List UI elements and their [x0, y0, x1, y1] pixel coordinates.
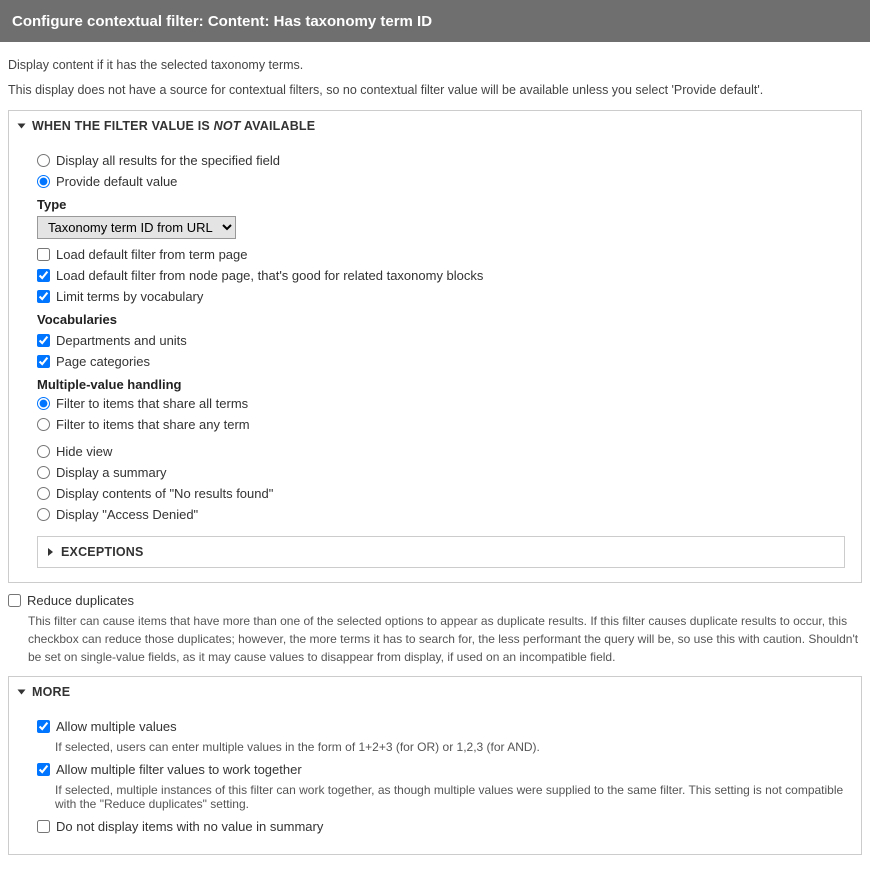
exceptions-legend-text: Exceptions [61, 545, 144, 559]
radio-display-access-denied[interactable]: Display "Access Denied" [37, 507, 845, 522]
fieldset-not-available: When the filter value is not available D… [8, 110, 862, 583]
legend-prefix: When the filter value is [32, 119, 214, 133]
radio-display-no-results[interactable]: Display contents of "No results found" [37, 486, 845, 501]
type-select-wrap: Taxonomy term ID from URL [37, 216, 845, 239]
radio-hide-view-label[interactable]: Hide view [56, 444, 112, 459]
radio-provide-default-label[interactable]: Provide default value [56, 174, 177, 189]
vocab-label: Vocabularies [37, 312, 845, 327]
radio-any-term-label[interactable]: Filter to items that share any term [56, 417, 250, 432]
checkbox-vocab-dept-label[interactable]: Departments and units [56, 333, 187, 348]
checkbox-allow-multi-label[interactable]: Allow multiple values [56, 719, 177, 734]
type-label: Type [37, 197, 845, 212]
type-select[interactable]: Taxonomy term ID from URL [37, 216, 236, 239]
legend-suffix: available [241, 119, 316, 133]
checkbox-limit-vocab[interactable]: Limit terms by vocabulary [37, 289, 845, 304]
dialog-header: Configure contextual filter: Content: Ha… [0, 0, 870, 42]
intro-text-1: Display content if it has the selected t… [8, 56, 862, 75]
radio-display-all-label[interactable]: Display all results for the specified fi… [56, 153, 280, 168]
radio-display-all[interactable]: Display all results for the specified fi… [37, 153, 845, 168]
checkbox-limit-vocab-input[interactable] [37, 290, 50, 303]
checkbox-allow-multi[interactable]: Allow multiple values [37, 719, 845, 734]
radio-all-terms[interactable]: Filter to items that share all terms [37, 396, 845, 411]
allow-multi-desc: If selected, users can enter multiple va… [55, 740, 845, 754]
radio-any-term[interactable]: Filter to items that share any term [37, 417, 845, 432]
checkbox-allow-together-input[interactable] [37, 763, 50, 776]
checkbox-load-from-node[interactable]: Load default filter from node page, that… [37, 268, 845, 283]
chevron-down-icon [18, 123, 26, 128]
radio-display-access-denied-input[interactable] [37, 508, 50, 521]
checkbox-no-value[interactable]: Do not display items with no value in su… [37, 819, 845, 834]
checkbox-allow-together-label[interactable]: Allow multiple filter values to work tog… [56, 762, 302, 777]
checkbox-vocab-dept[interactable]: Departments and units [37, 333, 845, 348]
fieldset-not-available-legend[interactable]: When the filter value is not available [9, 111, 861, 141]
legend-em: not [214, 119, 241, 133]
multi-label: Multiple-value handling [37, 377, 845, 392]
radio-display-summary[interactable]: Display a summary [37, 465, 845, 480]
reduce-duplicates-desc: This filter can cause items that have mo… [28, 612, 862, 666]
fieldset-not-available-body: Display all results for the specified fi… [9, 141, 861, 582]
checkbox-load-from-node-input[interactable] [37, 269, 50, 282]
dialog-content: Display content if it has the selected t… [0, 42, 870, 863]
more-legend-text: More [32, 685, 70, 699]
checkbox-reduce-duplicates-input[interactable] [8, 594, 21, 607]
checkbox-reduce-duplicates-label[interactable]: Reduce duplicates [27, 593, 134, 608]
checkbox-limit-vocab-label[interactable]: Limit terms by vocabulary [56, 289, 203, 304]
allow-together-desc: If selected, multiple instances of this … [55, 783, 845, 811]
fieldset-exceptions: Exceptions [37, 536, 845, 568]
radio-display-no-results-label[interactable]: Display contents of "No results found" [56, 486, 273, 501]
checkbox-vocab-pagecat-label[interactable]: Page categories [56, 354, 150, 369]
checkbox-no-value-input[interactable] [37, 820, 50, 833]
radio-all-terms-label[interactable]: Filter to items that share all terms [56, 396, 248, 411]
chevron-down-icon [18, 689, 26, 694]
fieldset-more-legend[interactable]: More [9, 677, 861, 707]
radio-provide-default-input[interactable] [37, 175, 50, 188]
checkbox-vocab-pagecat[interactable]: Page categories [37, 354, 845, 369]
fieldset-exceptions-legend[interactable]: Exceptions [38, 537, 844, 567]
fieldset-more-body: Allow multiple values If selected, users… [9, 707, 861, 854]
radio-display-summary-input[interactable] [37, 466, 50, 479]
radio-hide-view-input[interactable] [37, 445, 50, 458]
chevron-right-icon [48, 548, 53, 556]
radio-any-term-input[interactable] [37, 418, 50, 431]
checkbox-reduce-duplicates[interactable]: Reduce duplicates [8, 593, 862, 608]
radio-provide-default[interactable]: Provide default value [37, 174, 845, 189]
radio-display-no-results-input[interactable] [37, 487, 50, 500]
checkbox-no-value-label[interactable]: Do not display items with no value in su… [56, 819, 323, 834]
fieldset-more: More Allow multiple values If selected, … [8, 676, 862, 855]
radio-display-all-input[interactable] [37, 154, 50, 167]
radio-all-terms-input[interactable] [37, 397, 50, 410]
checkbox-vocab-dept-input[interactable] [37, 334, 50, 347]
checkbox-load-from-term[interactable]: Load default filter from term page [37, 247, 845, 262]
checkbox-load-from-term-input[interactable] [37, 248, 50, 261]
checkbox-vocab-pagecat-input[interactable] [37, 355, 50, 368]
radio-display-access-denied-label[interactable]: Display "Access Denied" [56, 507, 198, 522]
checkbox-allow-multi-input[interactable] [37, 720, 50, 733]
dialog-title: Configure contextual filter: Content: Ha… [12, 13, 432, 30]
checkbox-allow-together[interactable]: Allow multiple filter values to work tog… [37, 762, 845, 777]
checkbox-load-from-node-label[interactable]: Load default filter from node page, that… [56, 268, 483, 283]
radio-display-summary-label[interactable]: Display a summary [56, 465, 167, 480]
checkbox-load-from-term-label[interactable]: Load default filter from term page [56, 247, 248, 262]
intro-text-2: This display does not have a source for … [8, 81, 862, 100]
radio-hide-view[interactable]: Hide view [37, 444, 845, 459]
